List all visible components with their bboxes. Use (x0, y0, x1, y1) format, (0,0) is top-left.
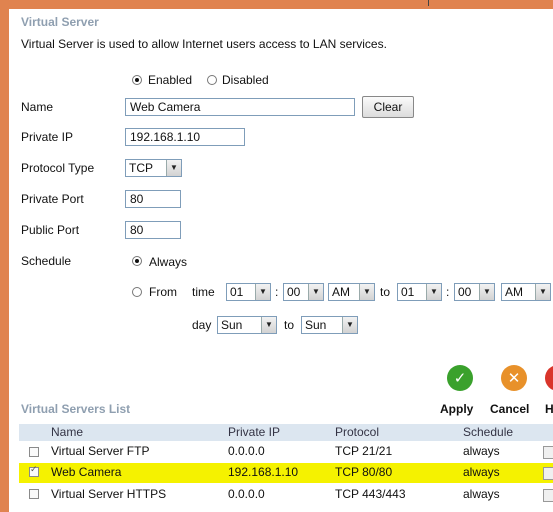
schedule-label: Schedule (21, 254, 72, 268)
list-title: Virtual Servers List (21, 402, 131, 416)
time-label: time (192, 285, 215, 299)
table-cell-ip: 0.0.0.0 (228, 444, 265, 458)
edit-icon[interactable] (543, 446, 553, 459)
to-minute-select[interactable]: 00 ▼ (454, 283, 495, 301)
time-to-label: to (380, 285, 391, 299)
frame-tick-mark (428, 0, 429, 6)
clear-button[interactable]: Clear (362, 96, 414, 118)
private-ip-field[interactable]: 192.168.1.10 (125, 128, 245, 146)
chevron-down-icon: ▼ (342, 317, 357, 333)
from-hour-select[interactable]: 01 ▼ (226, 283, 271, 301)
schedule-always-radio[interactable] (132, 256, 142, 266)
day-from-value: Sun (221, 318, 243, 332)
from-ampm-select[interactable]: AM ▼ (328, 283, 375, 301)
row-checkbox[interactable] (29, 465, 39, 477)
edit-icon[interactable] (543, 489, 553, 502)
table-cell-schedule: always (463, 465, 500, 479)
enabled-label: Enabled (148, 73, 193, 87)
to-ampm-select[interactable]: AM ▼ (501, 283, 551, 301)
protocol-select-value: TCP (129, 161, 153, 175)
edit-icon[interactable] (543, 467, 553, 480)
chevron-down-icon: ▼ (426, 284, 441, 300)
table-cell-name: Virtual Server HTTPS (51, 487, 167, 501)
private-port-label: Private Port (21, 192, 84, 206)
cancel-button-label[interactable]: Cancel (490, 402, 529, 416)
disabled-label: Disabled (222, 73, 269, 87)
table-cell-name: Web Camera (51, 465, 122, 479)
table-cell-protocol: TCP 443/443 (335, 487, 406, 501)
day-to-select[interactable]: Sun ▼ (301, 316, 358, 334)
table-cell-ip: 192.168.1.10 (228, 465, 299, 479)
chevron-down-icon: ▼ (308, 284, 323, 300)
day-label: day (192, 318, 212, 332)
table-cell-name: Virtual Server FTP (51, 444, 150, 458)
chevron-down-icon: ▼ (479, 284, 494, 300)
cancel-x-icon[interactable]: ✕ (501, 365, 527, 391)
private-port-field[interactable]: 80 (125, 190, 181, 208)
table-cell-schedule: always (463, 444, 500, 458)
chevron-down-icon: ▼ (359, 284, 374, 300)
header-protocol: Protocol (335, 425, 380, 439)
chevron-down-icon: ▼ (255, 284, 270, 300)
help-icon[interactable] (545, 365, 553, 391)
table-cell-schedule: always (463, 487, 500, 501)
from-minute-value: 00 (287, 285, 301, 299)
time-colon: : (275, 285, 279, 299)
to-ampm-value: AM (505, 285, 523, 299)
from-ampm-value: AM (332, 285, 350, 299)
name-label: Name (21, 100, 54, 114)
section-title: Virtual Server (21, 15, 99, 29)
apply-button-label[interactable]: Apply (440, 402, 473, 416)
frame-left-border (0, 0, 9, 512)
table-cell-ip: 0.0.0.0 (228, 487, 265, 501)
apply-check-icon[interactable]: ✓ (447, 365, 473, 391)
private-ip-label: Private IP (21, 130, 74, 144)
name-field[interactable]: Web Camera (125, 98, 355, 116)
table-cell-protocol: TCP 80/80 (335, 465, 393, 479)
to-minute-value: 00 (458, 285, 472, 299)
chevron-down-icon: ▼ (535, 284, 550, 300)
enabled-radio[interactable] (132, 75, 142, 85)
help-button-label[interactable]: H (545, 402, 553, 416)
schedule-from-radio[interactable] (132, 287, 142, 297)
header-name: Name (51, 425, 84, 439)
time-colon-2: : (446, 285, 450, 299)
to-hour-value: 01 (401, 285, 415, 299)
table-cell-protocol: TCP 21/21 (335, 444, 393, 458)
protocol-select[interactable]: TCP ▼ (125, 159, 182, 177)
from-hour-value: 01 (230, 285, 244, 299)
chevron-down-icon: ▼ (166, 160, 181, 176)
section-description: Virtual Server is used to allow Internet… (21, 37, 387, 51)
header-private-ip: Private IP (228, 425, 281, 439)
chevron-down-icon: ▼ (261, 317, 276, 333)
header-schedule: Schedule (463, 425, 514, 439)
disabled-radio[interactable] (207, 75, 217, 85)
to-hour-select[interactable]: 01 ▼ (397, 283, 442, 301)
protocol-type-label: Protocol Type (21, 161, 95, 175)
day-from-select[interactable]: Sun ▼ (217, 316, 277, 334)
frame-top-border (0, 0, 553, 9)
public-port-field[interactable]: 80 (125, 221, 181, 239)
row-checkbox[interactable] (29, 447, 39, 457)
public-port-label: Public Port (21, 223, 80, 237)
row-checkbox[interactable] (29, 489, 39, 499)
from-minute-select[interactable]: 00 ▼ (283, 283, 324, 301)
day-to-label: to (284, 318, 295, 332)
schedule-always-label: Always (149, 255, 188, 269)
day-to-value: Sun (305, 318, 327, 332)
schedule-from-label: From (149, 285, 177, 299)
